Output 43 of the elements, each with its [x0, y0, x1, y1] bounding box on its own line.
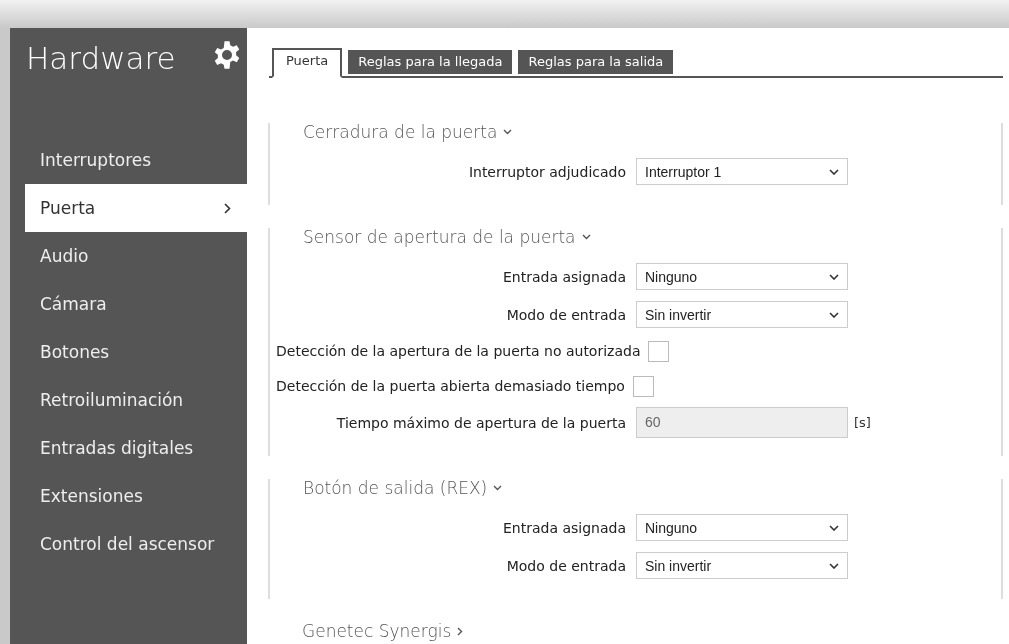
chevron-down-icon — [829, 524, 839, 531]
sidebar-item[interactable]: Retroiluminación — [25, 376, 247, 424]
field-label: Entrada asignada — [501, 519, 627, 536]
field-label: Entrada asignada — [501, 268, 627, 285]
chevron-down-icon — [829, 273, 839, 280]
checkbox[interactable] — [648, 340, 670, 362]
tab[interactable]: Reglas para la llegada — [348, 50, 513, 74]
sidebar-item[interactable]: Extensiones — [25, 472, 247, 520]
chevron-right-icon — [224, 202, 231, 214]
section-header[interactable]: Cerradura de la puerta — [270, 122, 513, 142]
checkbox-label: Detección de la apertura de la puerta no autorizada — [276, 343, 641, 359]
section-header[interactable]: Botón de salida (REX) — [270, 478, 503, 498]
chevron-down-icon — [829, 562, 839, 569]
tab[interactable]: Reglas para la salida — [518, 50, 674, 74]
tab[interactable]: Puerta — [272, 48, 343, 78]
sidebar-item[interactable]: Control del ascensor — [25, 520, 247, 568]
sidebar-item[interactable]: Cámara — [25, 280, 247, 328]
sidebar-item[interactable]: Puerta — [25, 184, 247, 232]
dropdown[interactable]: Sin invertir — [636, 552, 848, 579]
dropdown[interactable]: Ninguno — [636, 263, 848, 290]
chevron-down-icon — [581, 234, 591, 240]
dropdown[interactable]: Ninguno — [636, 514, 848, 541]
dropdown[interactable]: Sin invertir — [636, 301, 848, 328]
chevron-down-icon — [829, 168, 839, 175]
chevron-down-icon — [493, 485, 503, 491]
field-label: Modo de entrada — [505, 557, 627, 574]
unit-label: [s] — [854, 415, 871, 430]
field-label: Interruptor adjudicado — [467, 163, 627, 180]
checkbox[interactable] — [632, 375, 654, 397]
sidebar-item[interactable]: Botones — [25, 328, 247, 376]
chevron-right-icon — [457, 626, 464, 636]
section-header[interactable]: Genetec Synergis — [269, 621, 464, 641]
dropdown[interactable]: Interruptor 1 — [636, 158, 848, 185]
sidebar-item[interactable]: Interruptores — [25, 136, 247, 184]
sidebar-title: Hardware — [26, 40, 176, 76]
chevron-down-icon — [503, 129, 513, 135]
section-header[interactable]: Sensor de apertura de la puerta — [270, 227, 591, 247]
field-label: Modo de entrada — [505, 306, 627, 323]
field-label: Tiempo máximo de apertura de la puerta — [335, 414, 627, 431]
chevron-down-icon — [829, 311, 839, 318]
checkbox-label: Detección de la puerta abierta demasiado tiempo — [276, 378, 625, 394]
sidebar-item[interactable]: Audio — [25, 232, 247, 280]
sidebar-item[interactable]: Entradas digitales — [25, 424, 247, 472]
